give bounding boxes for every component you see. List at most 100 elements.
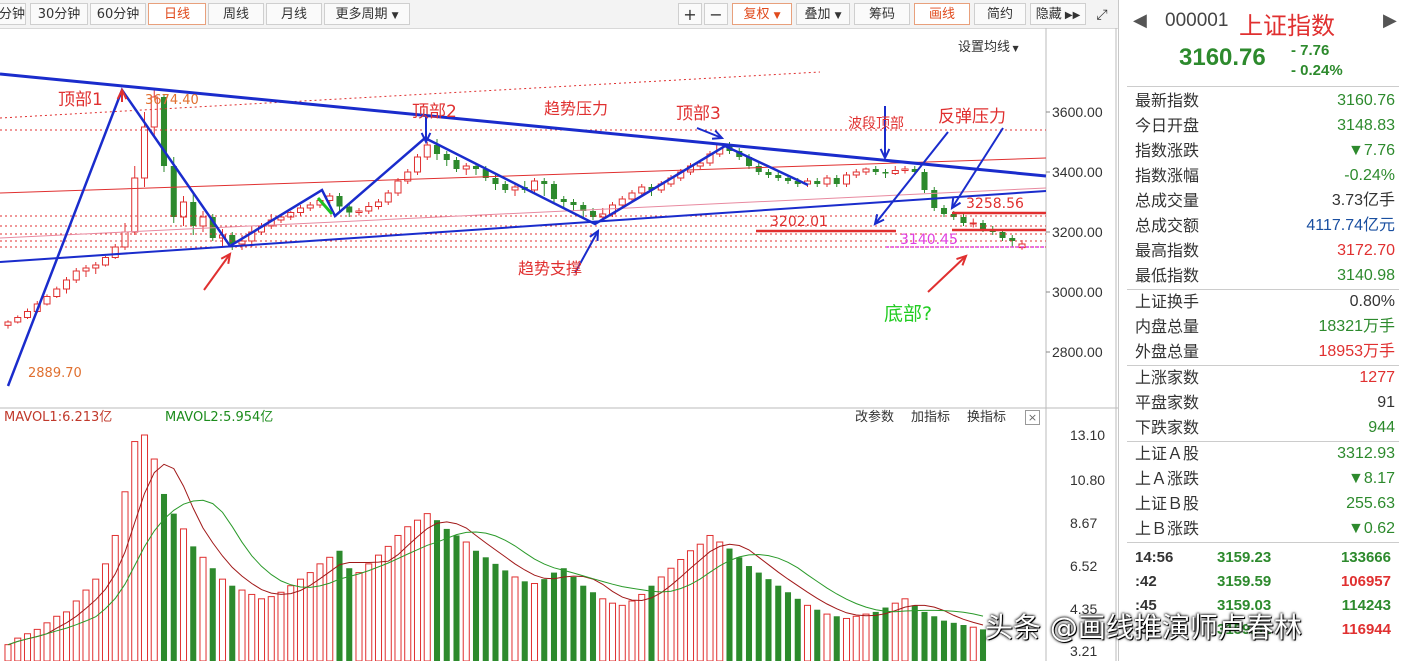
fullscreen-icon[interactable]: ⤢ xyxy=(1090,3,1114,25)
volume-bar xyxy=(550,572,558,661)
volume-bar xyxy=(374,554,383,661)
stat-label: 上证换手 xyxy=(1135,292,1200,311)
mavol1-label: MAVOL1:6.213亿 xyxy=(4,410,113,425)
stat-row: 今日开盘 3148.83 xyxy=(1135,113,1395,138)
volume-bar xyxy=(101,563,110,661)
volume-bar xyxy=(736,557,743,661)
candle-body xyxy=(550,184,558,199)
period-60min-button[interactable]: 60分钟 xyxy=(90,3,146,25)
next-stock-icon[interactable]: ▶ xyxy=(1383,10,1397,31)
prev-stock-icon[interactable]: ◀ xyxy=(1133,10,1147,31)
volume-bar xyxy=(4,644,12,661)
high-price-label: 3674.40 xyxy=(145,93,199,108)
volume-bar xyxy=(482,557,489,661)
stat-row: 上Ｂ涨跌 ▼0.62 xyxy=(1135,516,1395,541)
candle-body xyxy=(775,175,782,178)
volume-bar xyxy=(170,513,177,661)
more-period-dropdown[interactable]: 更多周期 ▼ xyxy=(324,3,410,25)
hide-button[interactable]: 隐藏 ▶▶ xyxy=(1030,3,1086,25)
volume-bar xyxy=(53,615,61,661)
volume-bar xyxy=(453,535,460,661)
stat-row: 最新指数 3160.76 xyxy=(1135,88,1395,113)
draw-line-button[interactable]: 画线 xyxy=(914,3,970,25)
stat-value: 91 xyxy=(1377,394,1395,411)
candle-body xyxy=(765,172,772,175)
period-week-button[interactable]: 周线 xyxy=(208,3,264,25)
volume-bar xyxy=(852,615,860,661)
volume-bar xyxy=(589,592,597,661)
volume-bar xyxy=(209,568,216,661)
volume-bar xyxy=(150,458,158,661)
volume-bar xyxy=(277,591,285,661)
volume-bar xyxy=(950,622,957,661)
volume-bar xyxy=(140,434,149,661)
change-indicator-button[interactable]: 换指标 xyxy=(967,408,1006,428)
level2-label: 3258.56 xyxy=(966,196,1024,212)
volume-axis-label: 10.80 xyxy=(1070,472,1105,488)
candle-body xyxy=(560,199,567,202)
simple-button[interactable]: 简约 xyxy=(974,3,1026,25)
stat-row: 下跌家数 944 xyxy=(1135,415,1395,440)
volume-bar xyxy=(570,576,577,661)
stat-label: 指数涨幅 xyxy=(1135,166,1200,185)
top1-label: 顶部1 xyxy=(58,90,103,110)
volume-bar xyxy=(862,613,870,661)
volume-bar xyxy=(355,572,363,661)
volume-axis-label: 6.52 xyxy=(1070,558,1097,574)
add-indicator-button[interactable]: 加指标 xyxy=(911,408,950,428)
stat-label: 平盘家数 xyxy=(1135,393,1200,412)
stock-code: 000001 xyxy=(1165,10,1229,31)
stat-label: 指数涨跌 xyxy=(1135,141,1200,160)
overlay-dropdown[interactable]: 叠加 ▼ xyxy=(796,3,850,25)
tick-row: 14:56 3159.23 133666 xyxy=(1127,546,1399,570)
kline-chart[interactable]: 3600.00 3400.00 3200.00 3000.00 2800.00 13.10… xyxy=(0,28,1118,661)
candle-body xyxy=(969,222,977,225)
candle-body xyxy=(23,311,32,318)
tick-volume: 133666 xyxy=(1340,549,1391,566)
volume-axis-label: 8.67 xyxy=(1070,515,1097,531)
candle-body xyxy=(423,144,431,158)
fuquan-dropdown[interactable]: 复权 ▼ xyxy=(732,3,792,25)
chip-button[interactable]: 筹码 xyxy=(854,3,910,25)
stat-value: 3.73亿手 xyxy=(1331,192,1395,209)
period-toolbar: 分钟 30分钟 60分钟 日线 周线 月线 更多周期 ▼ + − 复权 ▼ 叠加… xyxy=(0,0,1118,29)
candle-body xyxy=(960,217,967,223)
tick-volume: 116944 xyxy=(1341,621,1391,638)
candle-body xyxy=(43,296,51,305)
stat-value: -0.24% xyxy=(1344,167,1395,184)
change-params-button[interactable]: 改参数 xyxy=(855,408,894,428)
zoom-in-button[interactable]: + xyxy=(678,3,702,25)
candle-body xyxy=(882,172,889,174)
period-30min-button[interactable]: 30分钟 xyxy=(30,3,88,25)
candle-body xyxy=(891,170,899,174)
tick-volume: 106957 xyxy=(1340,573,1391,590)
volume-bar xyxy=(218,578,227,661)
close-icon[interactable]: × xyxy=(1025,410,1040,425)
stock-name: 上证指数 xyxy=(1239,12,1335,40)
candle-body xyxy=(131,177,139,233)
stat-label: 最低指数 xyxy=(1135,266,1200,285)
volume-bar xyxy=(814,609,821,661)
candle-body xyxy=(570,202,577,205)
trend-support-label: 趋势支撑 xyxy=(518,259,582,278)
stat-value: ▼8.17 xyxy=(1348,470,1395,487)
candle-body xyxy=(101,257,110,266)
stat-label: 外盘总量 xyxy=(1135,342,1200,361)
candle-body xyxy=(872,169,879,172)
period-month-button[interactable]: 月线 xyxy=(266,3,322,25)
stat-value: 3160.76 xyxy=(1337,92,1395,109)
stat-value: 0.80% xyxy=(1349,293,1395,310)
candle-body xyxy=(336,196,343,207)
zoom-out-button[interactable]: − xyxy=(704,3,728,25)
stat-row: 指数涨跌 ▼7.76 xyxy=(1135,138,1395,163)
volume-bar xyxy=(511,576,519,661)
volume-bar xyxy=(940,620,948,661)
stat-value: ▼0.62 xyxy=(1348,520,1395,537)
stat-label: 下跌家数 xyxy=(1135,418,1200,437)
volume-bar xyxy=(794,598,801,661)
period-day-button[interactable]: 日线 xyxy=(148,3,206,25)
volume-bar xyxy=(560,568,567,661)
chevron-down-icon: ▼ xyxy=(773,11,781,21)
period-1min-button[interactable]: 分钟 xyxy=(0,3,26,25)
candle-body xyxy=(374,201,383,207)
